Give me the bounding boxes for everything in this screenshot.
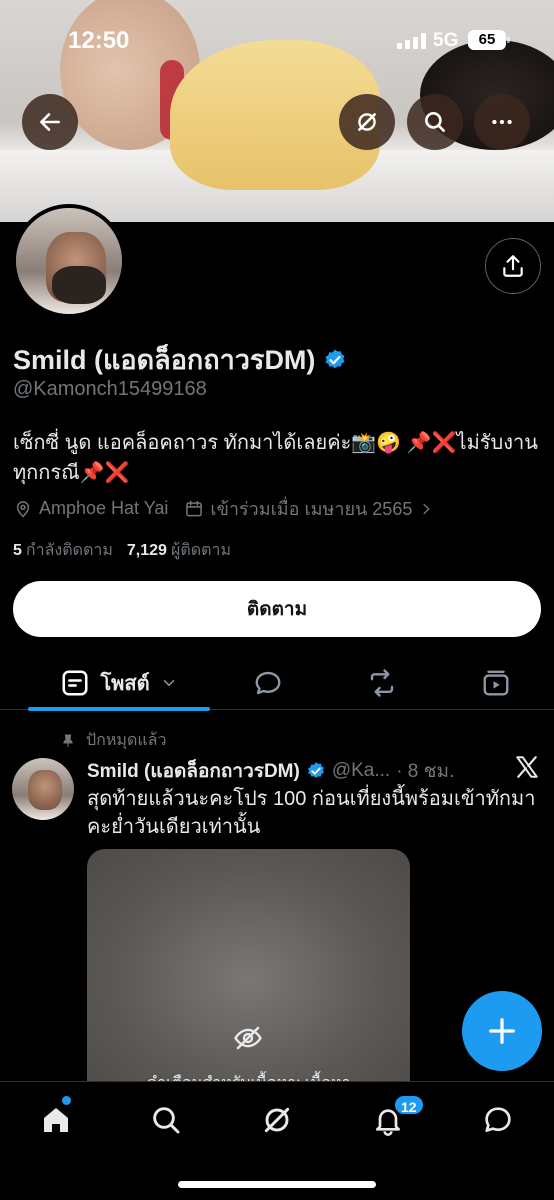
eye-off-icon [234, 1026, 262, 1050]
pin-icon [63, 734, 73, 747]
battery-icon: 65 [468, 30, 510, 50]
x-logo-icon [516, 756, 538, 778]
home-indicator [178, 1181, 376, 1188]
notifications-badge: 12 [393, 1094, 425, 1116]
post-media-sensitive[interactable]: คำเตือนสำหรับเนื้อหา: เนื้อหา [87, 849, 410, 1109]
more-horizontal-icon [492, 119, 512, 125]
tab-replies[interactable] [246, 656, 290, 710]
profile-avatar[interactable] [12, 204, 126, 318]
home-icon [44, 1108, 68, 1132]
nav-messages[interactable] [478, 1100, 518, 1140]
tab-reposts[interactable] [360, 656, 404, 710]
tab-posts-label: โพสต์ [100, 673, 150, 695]
grok-icon [358, 113, 376, 131]
share-icon [503, 255, 523, 277]
profile-stats: 5 กำลังติดตาม 7,129 ผู้ติดตาม [13, 538, 231, 563]
nav-home[interactable] [36, 1100, 76, 1140]
grok-icon [264, 1107, 290, 1133]
media-icon [483, 670, 509, 696]
verified-badge-icon [307, 762, 324, 778]
pinned-indicator: ปักหมุดแล้ว [60, 728, 166, 753]
plus-icon [489, 1018, 515, 1044]
location-pin-icon [16, 500, 30, 518]
network-type: 5G [433, 30, 459, 51]
search-icon [153, 1107, 180, 1134]
more-button[interactable] [474, 94, 530, 150]
signal-icon [397, 33, 426, 49]
chevron-right-icon [423, 503, 430, 514]
nav-grok[interactable] [257, 1100, 297, 1140]
profile-handle: @Kamonch15499168 [13, 378, 207, 400]
follow-button[interactable]: ติดตาม [13, 581, 541, 637]
status-time: 12:50 [68, 27, 130, 54]
posts-icon [62, 670, 88, 696]
chevron-down-icon [163, 680, 174, 687]
calendar-icon [186, 500, 203, 516]
post-time: · 8 ชม. [396, 761, 455, 782]
pinned-label: ปักหมุดแล้ว [86, 732, 167, 749]
tab-media[interactable] [474, 656, 518, 710]
post-author-handle: @Ka... [331, 760, 391, 781]
profile-bio: เซ็กซี่ นูด แอคล็อคถาวร ทักมาได้เลยค่ะ📸🤪… [13, 432, 538, 484]
followers-stat[interactable]: 7,129 ผู้ติดตาม [127, 538, 231, 563]
reply-icon [255, 671, 281, 695]
arrow-left-icon [40, 113, 60, 131]
profile-joined[interactable]: เข้าร่วมเมื่อ เมษายน 2565 [210, 494, 412, 523]
share-button[interactable] [485, 238, 541, 294]
post-header: Smild (แอดล็อกถาวรDM) @Ka... · 8 ชม. [87, 756, 454, 786]
post-author-name[interactable]: Smild (แอดล็อกถาวรDM) [87, 756, 300, 786]
messages-icon [485, 1107, 511, 1132]
repost-icon [370, 669, 394, 697]
profile-display-name: Smild (แอดล็อกถาวรDM) [13, 345, 316, 375]
following-stat[interactable]: 5 กำลังติดตาม [13, 538, 113, 563]
grok-button[interactable] [339, 94, 395, 150]
post-text: สุดท้ายแล้วนะคะโปร 100 ก่อนเที่ยงนี้พร้อ… [87, 788, 536, 838]
compose-button[interactable] [462, 991, 542, 1071]
nav-search[interactable] [146, 1100, 186, 1140]
profile-meta: Amphoe Hat Yai เข้าร่วมเมื่อ เมษายน 2565 [13, 494, 434, 523]
status-bar: 12:50 5G 65 [0, 0, 554, 80]
search-button[interactable] [407, 94, 463, 150]
profile-name-row: Smild (แอดล็อกถาวรDM) [13, 338, 347, 381]
profile-location: Amphoe Hat Yai [39, 498, 169, 518]
back-button[interactable] [22, 94, 78, 150]
verified-badge-icon[interactable] [323, 348, 347, 372]
profile-tabs: โพสต์ [0, 656, 554, 711]
search-icon [425, 112, 445, 132]
home-unread-dot [62, 1096, 71, 1105]
post-avatar[interactable] [12, 758, 74, 820]
tab-posts[interactable]: โพสต์ [28, 656, 210, 711]
